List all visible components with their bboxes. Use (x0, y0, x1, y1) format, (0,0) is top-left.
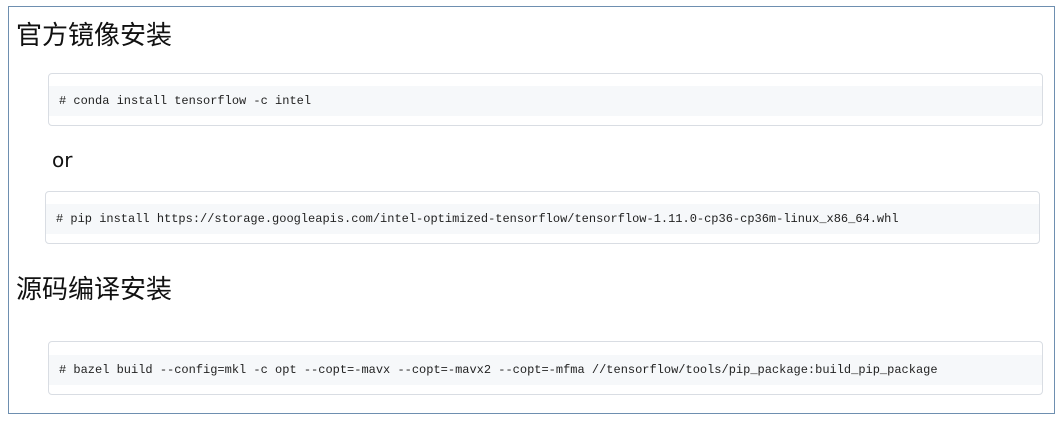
code-line-bazel-build[interactable]: # bazel build --config=mkl -c opt --copt… (49, 355, 1042, 385)
section-heading-official-image: 官方镜像安装 (16, 21, 173, 51)
code-line-conda-install[interactable]: # conda install tensorflow -c intel (49, 86, 1042, 116)
or-separator: or (52, 148, 73, 172)
code-block-bazel: # bazel build --config=mkl -c opt --copt… (48, 341, 1043, 395)
code-block-conda: # conda install tensorflow -c intel (48, 73, 1043, 126)
section-heading-source-build: 源码编译安装 (16, 275, 173, 305)
code-block-pip: # pip install https://storage.googleapis… (45, 191, 1040, 244)
code-line-pip-install[interactable]: # pip install https://storage.googleapis… (46, 204, 1039, 234)
